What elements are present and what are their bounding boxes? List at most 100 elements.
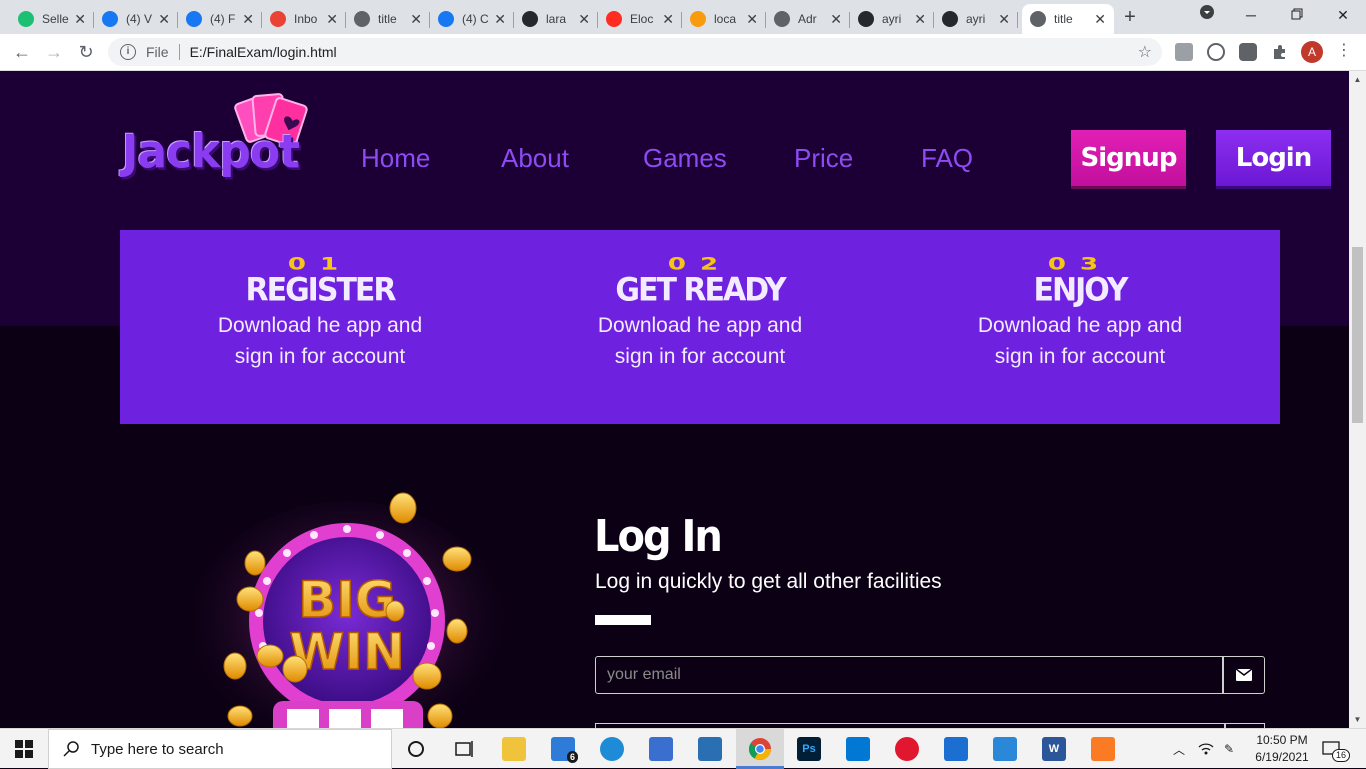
fiverr-icon: [18, 11, 34, 27]
taskbar-search-box[interactable]: Type here to search: [48, 729, 392, 769]
globe-icon: [774, 11, 790, 27]
close-tab-icon[interactable]: ✕: [1094, 11, 1106, 28]
system-clock[interactable]: 10:50 PM 6/19/2021: [1254, 732, 1310, 766]
windows-start-button[interactable]: [0, 729, 48, 769]
restore-button[interactable]: [1274, 2, 1320, 30]
chrome-icon[interactable]: [748, 737, 772, 761]
windows-taskbar: Type here to search 6 Ps W ︿ ✎ 10:50 PM …: [0, 728, 1366, 769]
browser-tab[interactable]: title ✕: [1022, 4, 1114, 34]
big-win-text-line1: BIG: [298, 571, 396, 629]
browser-tab-strip: Selle ✕ (4) V ✕ (4) F ✕ Inbo ✕ title ✕ (4) C ✕ lara ✕…: [0, 0, 1366, 34]
github-icon: [942, 11, 958, 27]
word-icon[interactable]: W: [1042, 737, 1066, 761]
back-button[interactable]: ←: [10, 40, 34, 64]
sync-extension-icon[interactable]: [1207, 43, 1225, 61]
browser-tab[interactable]: Adr ✕: [766, 4, 850, 34]
tab-title: ayri: [882, 12, 902, 26]
scroll-down-arrow-icon[interactable]: ▼: [1353, 715, 1362, 724]
profile-avatar[interactable]: A: [1301, 41, 1323, 63]
reload-button[interactable]: ↻: [74, 40, 98, 64]
store-icon[interactable]: [649, 737, 673, 761]
url-text[interactable]: E:/FinalExam/login.html: [190, 44, 337, 60]
address-bar[interactable]: i File E:/FinalExam/login.html ☆: [108, 38, 1162, 66]
tab-search-icon[interactable]: [1184, 2, 1230, 30]
browser-tab[interactable]: loca ✕: [682, 4, 766, 34]
extensions-puzzle-icon[interactable]: [1271, 43, 1289, 61]
github-icon: [522, 11, 538, 27]
nav-games[interactable]: Games: [643, 143, 727, 174]
email-input[interactable]: [595, 656, 1223, 694]
close-tab-icon[interactable]: ✕: [410, 11, 422, 28]
step-register: 01 REGISTER Download he app and sign in …: [210, 252, 430, 372]
notification-center-icon[interactable]: 16: [1322, 729, 1351, 769]
photos-icon[interactable]: [993, 737, 1017, 761]
browser-tab[interactable]: Inbo ✕: [262, 4, 346, 34]
tab-title: Eloc: [630, 12, 654, 26]
site-info-icon[interactable]: i: [120, 44, 136, 60]
step-title: REGISTER: [245, 271, 396, 310]
browser-tab[interactable]: (4) F ✕: [178, 4, 262, 34]
pdf-extension-icon[interactable]: [1175, 43, 1193, 61]
tab-title: Selle: [42, 12, 69, 26]
close-tab-icon[interactable]: ✕: [830, 11, 842, 28]
close-tab-icon[interactable]: ✕: [746, 11, 758, 28]
file-explorer-icon[interactable]: [502, 737, 526, 761]
step-description: Download he app and sign in for account: [217, 314, 423, 368]
page-scrollbar[interactable]: ▲ ▼: [1349, 71, 1366, 728]
photoshop-icon[interactable]: Ps: [797, 737, 821, 761]
scroll-up-arrow-icon[interactable]: ▲: [1353, 75, 1362, 84]
close-tab-icon[interactable]: ✕: [326, 11, 338, 28]
camera-extension-icon[interactable]: [1239, 43, 1257, 61]
close-tab-icon[interactable]: ✕: [914, 11, 926, 28]
login-button[interactable]: Login: [1216, 130, 1331, 186]
bookmark-star-icon[interactable]: ☆: [1138, 42, 1152, 62]
browser-tab[interactable]: ayri ✕: [934, 4, 1018, 34]
app-icon[interactable]: [698, 737, 722, 761]
facebook-icon: [186, 11, 202, 27]
nav-faq[interactable]: FAQ: [921, 143, 973, 174]
browser-tab[interactable]: (4) C ✕: [430, 4, 514, 34]
page-viewport: Jackpot Home About Games Price FAQ Signu…: [0, 71, 1349, 728]
close-tab-icon[interactable]: ✕: [242, 11, 254, 28]
tray-chevron-icon[interactable]: ︿: [1173, 729, 1185, 769]
github-icon: [858, 11, 874, 27]
media-player-icon[interactable]: [944, 737, 968, 761]
cortana-icon[interactable]: [404, 737, 428, 761]
edge-icon[interactable]: [600, 737, 624, 761]
browser-tab[interactable]: Eloc ✕: [598, 4, 682, 34]
nav-price[interactable]: Price: [794, 143, 853, 174]
wifi-icon[interactable]: [1198, 729, 1214, 769]
nav-about[interactable]: About: [501, 143, 569, 174]
task-view-icon[interactable]: [452, 737, 476, 761]
signup-button[interactable]: Signup: [1071, 130, 1186, 186]
close-tab-icon[interactable]: ✕: [662, 11, 674, 28]
tab-title: title: [1054, 12, 1073, 26]
close-tab-icon[interactable]: ✕: [74, 11, 86, 28]
close-tab-icon[interactable]: ✕: [158, 11, 170, 28]
close-tab-icon[interactable]: ✕: [998, 11, 1010, 28]
url-scheme-label: File: [146, 44, 169, 60]
browser-tab[interactable]: title ✕: [346, 4, 430, 34]
chrome-menu-icon[interactable]: ⋮: [1336, 40, 1352, 60]
pen-icon[interactable]: ✎: [1224, 729, 1234, 769]
mail-icon[interactable]: 6: [551, 737, 579, 763]
xampp-icon[interactable]: [1091, 737, 1115, 761]
opera-icon[interactable]: [895, 737, 919, 761]
taskbar-search-placeholder: Type here to search: [91, 740, 224, 758]
close-window-button[interactable]: ✕: [1320, 2, 1366, 30]
tab-title: Inbo: [294, 12, 318, 26]
minimize-button[interactable]: ─: [1228, 2, 1274, 30]
browser-tab[interactable]: Selle ✕: [10, 4, 94, 34]
vscode-icon[interactable]: [846, 737, 870, 761]
new-tab-button[interactable]: +: [1118, 6, 1142, 30]
tab-title: (4) F: [210, 12, 236, 26]
browser-tab[interactable]: (4) V ✕: [94, 4, 178, 34]
browser-tab[interactable]: lara ✕: [514, 4, 598, 34]
close-tab-icon[interactable]: ✕: [494, 11, 506, 28]
scroll-thumb[interactable]: [1352, 247, 1363, 423]
site-logo[interactable]: Jackpot: [122, 126, 300, 180]
forward-button[interactable]: →: [42, 40, 66, 64]
browser-tab[interactable]: ayri ✕: [850, 4, 934, 34]
nav-home[interactable]: Home: [361, 143, 430, 174]
close-tab-icon[interactable]: ✕: [578, 11, 590, 28]
